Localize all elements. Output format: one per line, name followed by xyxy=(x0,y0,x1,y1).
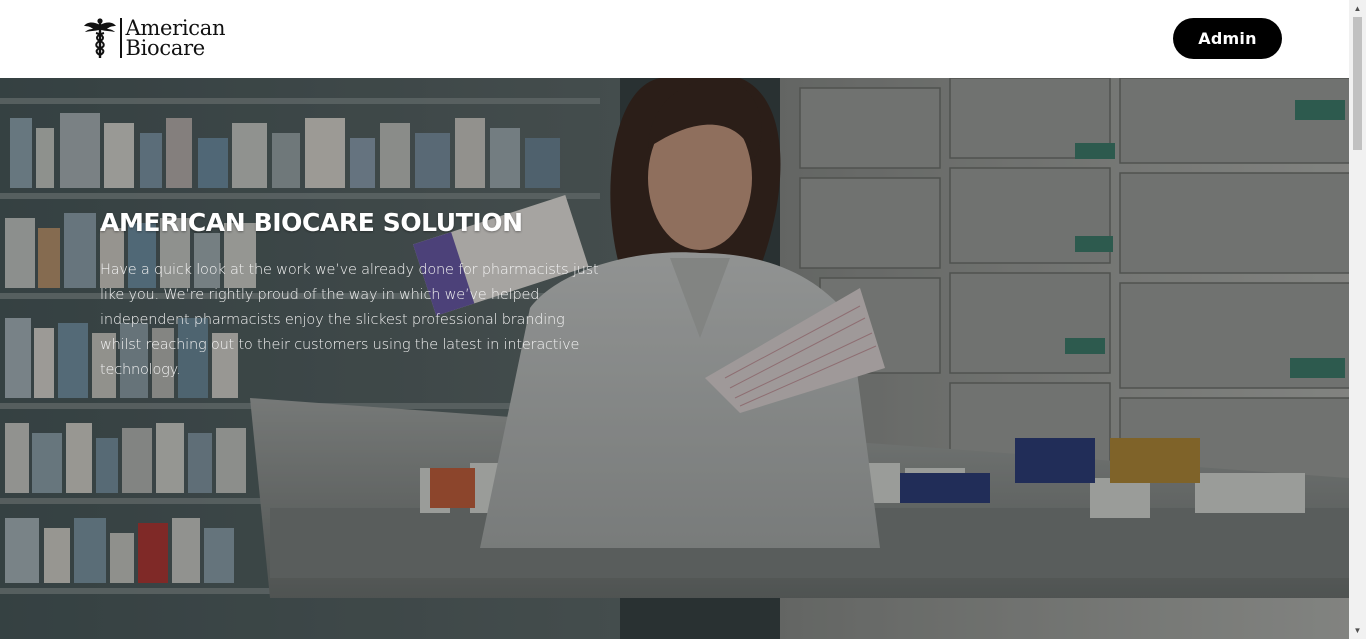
triangle-down-icon[interactable]: ▼ xyxy=(1349,622,1366,639)
site-logo[interactable]: American Biocare xyxy=(83,17,225,59)
admin-button[interactable]: Admin xyxy=(1173,18,1282,59)
site-header: American Biocare Admin xyxy=(0,0,1349,78)
triangle-up-icon[interactable]: ▲ xyxy=(1349,0,1366,17)
logo-wordmark: American Biocare xyxy=(125,16,226,60)
hero-title: AMERICAN BIOCARE SOLUTION xyxy=(100,208,523,237)
logo-line-2: Biocare xyxy=(125,36,206,60)
logo-line-1: American xyxy=(125,16,226,40)
logo-divider xyxy=(120,18,122,58)
hero-banner: AMERICAN BIOCARE SOLUTION Have a quick l… xyxy=(0,78,1349,639)
scrollbar-thumb[interactable] xyxy=(1353,17,1362,150)
caduceus-icon xyxy=(84,18,116,58)
vertical-scrollbar[interactable]: ▲ ▼ xyxy=(1349,0,1366,639)
hero-description: Have a quick look at the work we’ve alre… xyxy=(100,262,599,378)
